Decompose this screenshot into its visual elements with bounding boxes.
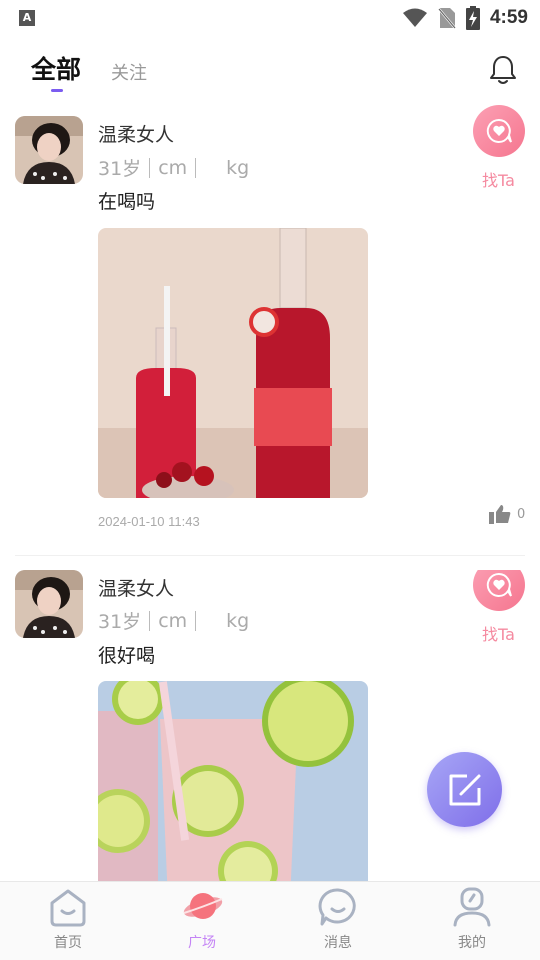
home-icon (50, 889, 86, 927)
status-time: 4:59 (489, 7, 528, 28)
nav-label: 广场 (188, 935, 216, 951)
tab-active-indicator (51, 89, 63, 92)
post-divider (15, 555, 525, 556)
find-ta-label[interactable]: 找Ta (482, 621, 515, 645)
stats-divider (149, 157, 151, 178)
bottom-nav: 首页 广场 消息 我的 (0, 881, 540, 960)
avatar[interactable] (15, 116, 83, 184)
user-height-unit: cm (158, 609, 188, 632)
avatar[interactable] (15, 570, 83, 638)
post-date: 2024-01-10 11:43 (98, 514, 200, 529)
user-age: 31岁 (98, 158, 142, 180)
post-photo[interactable] (98, 228, 368, 498)
user-weight-unit: kg (226, 609, 250, 632)
thumbs-up-icon (489, 505, 511, 524)
find-ta-button[interactable] (473, 570, 525, 611)
nav-square[interactable]: 广场 (152, 882, 252, 960)
user-height-unit: cm (158, 156, 188, 179)
like-count: 0 (517, 506, 526, 522)
profile-icon (453, 887, 491, 927)
tab-all[interactable]: 全部 (31, 50, 81, 86)
find-ta-label[interactable]: 找Ta (482, 167, 515, 191)
nav-profile[interactable]: 我的 (422, 882, 522, 960)
heart-chat-icon (486, 118, 512, 143)
user-stats: 31岁 cm kg (98, 607, 249, 634)
bell-icon[interactable] (488, 54, 518, 86)
status-bar: A 4:59 (0, 0, 540, 36)
wifi-icon (402, 8, 427, 27)
feed-tabs: 全部 关注 (0, 46, 540, 96)
nav-home[interactable]: 首页 (18, 882, 118, 960)
planet-icon (183, 893, 223, 919)
status-icons: 4:59 (402, 6, 528, 30)
heart-chat-icon (486, 572, 512, 597)
nav-label: 首页 (54, 935, 82, 951)
no-sim-icon (438, 8, 456, 29)
user-age: 31岁 (98, 611, 142, 633)
like-button[interactable]: 0 (489, 504, 525, 524)
post-text: 很好喝 (98, 645, 156, 667)
stats-divider (149, 610, 151, 631)
user-name: 温柔女人 (98, 124, 175, 146)
create-post-button[interactable] (427, 752, 502, 827)
battery-charging-icon (465, 6, 480, 30)
nav-messages[interactable]: 消息 (288, 882, 388, 960)
stats-divider (195, 610, 197, 631)
nav-label: 我的 (458, 935, 486, 951)
stats-divider (195, 157, 197, 178)
app-notification-icon: A (19, 10, 35, 26)
user-stats: 31岁 cm kg (98, 154, 249, 181)
post-card[interactable]: 温柔女人 31岁 cm kg 很好喝 找Ta (0, 570, 540, 881)
nav-label: 消息 (324, 935, 352, 951)
post-text: 在喝吗 (98, 191, 156, 213)
post-photo[interactable] (98, 681, 368, 881)
find-ta-button[interactable] (473, 105, 525, 157)
post-card[interactable]: 温柔女人 31岁 cm kg 在喝吗 找Ta 2024-01-10 11:43 … (0, 105, 540, 556)
user-weight-unit: kg (226, 156, 250, 179)
user-name: 温柔女人 (98, 578, 175, 600)
tab-follow[interactable]: 关注 (111, 59, 147, 85)
message-icon (318, 888, 356, 926)
edit-icon (449, 774, 481, 806)
